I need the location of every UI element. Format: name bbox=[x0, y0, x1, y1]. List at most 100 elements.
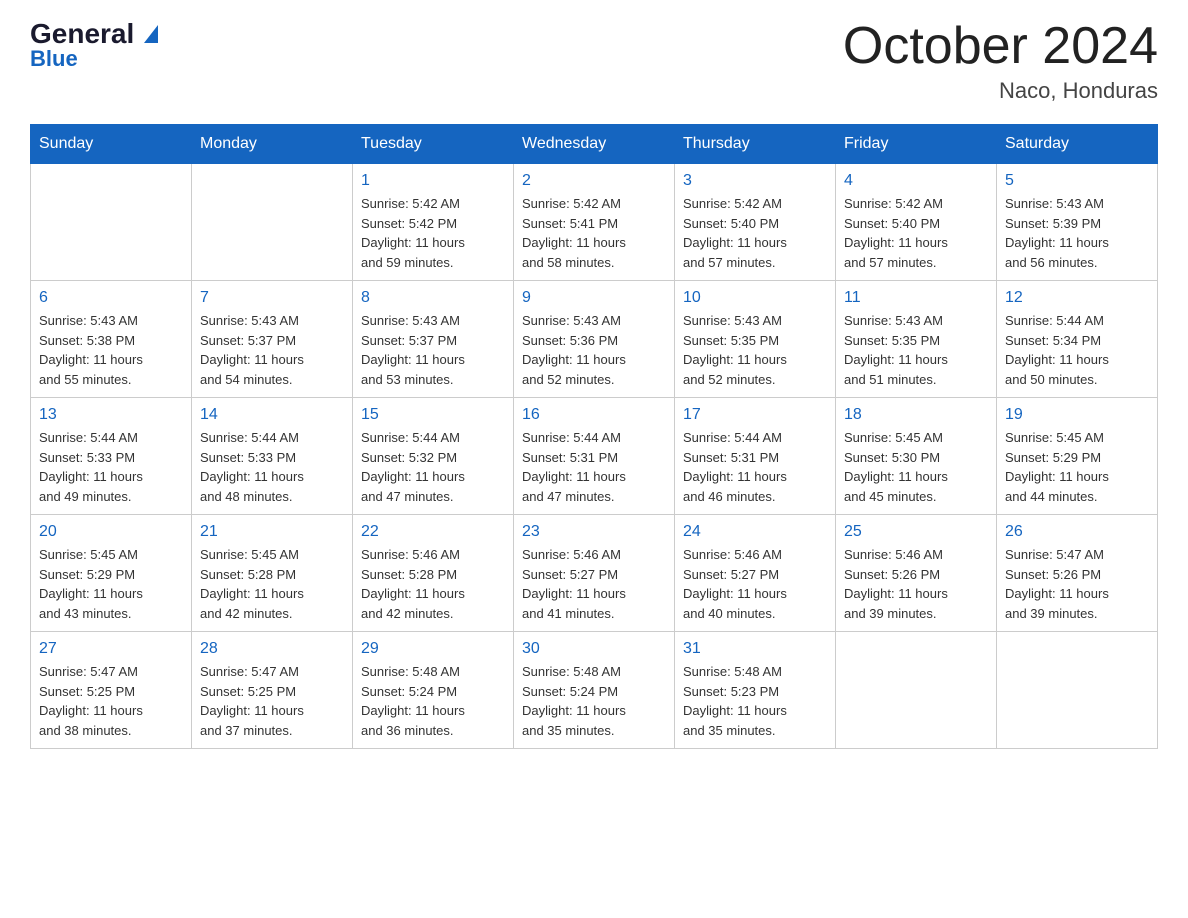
day-of-week-header: Monday bbox=[192, 125, 353, 164]
calendar-week-row: 1Sunrise: 5:42 AMSunset: 5:42 PMDaylight… bbox=[31, 164, 1158, 281]
calendar-cell bbox=[192, 164, 353, 281]
day-of-week-header: Saturday bbox=[997, 125, 1158, 164]
calendar-week-row: 13 Sunrise: 5:44 AMSunset: 5:33 PMDayligh… bbox=[31, 398, 1158, 515]
day-info: Sunrise: 5:47 AMSunset: 5:25 PMDaylight:… bbox=[200, 662, 344, 740]
day-number: 27 bbox=[39, 640, 183, 658]
day-number: 22 bbox=[361, 523, 505, 541]
calendar-cell: 5Sunrise: 5:43 AMSunset: 5:39 PMDaylight… bbox=[997, 164, 1158, 281]
day-info: Sunrise: 5:42 AMSunset: 5:42 PMDaylight:… bbox=[361, 194, 505, 272]
calendar-cell: 9 Sunrise: 5:43 AMSunset: 5:36 PMDaylight… bbox=[514, 281, 675, 398]
page-header: General Blue October 2024 Naco, Honduras bbox=[30, 20, 1158, 104]
day-number: 17 bbox=[683, 406, 827, 424]
day-number: 18 bbox=[844, 406, 988, 424]
calendar-cell: 24Sunrise: 5:46 AMSunset: 5:27 PMDayligh… bbox=[675, 515, 836, 632]
calendar-cell bbox=[836, 632, 997, 749]
day-number: 26 bbox=[1005, 523, 1149, 541]
day-info: Sunrise: 5:44 AMSunset: 5:31 PMDaylight:… bbox=[522, 428, 666, 506]
day-info: Sunrise: 5:45 AMSunset: 5:29 PMDaylight:… bbox=[1005, 428, 1149, 506]
day-info: Sunrise: 5:43 AMSunset: 5:38 PMDaylight:… bbox=[39, 311, 183, 389]
day-info: Sunrise: 5:48 AMSunset: 5:23 PMDaylight:… bbox=[683, 662, 827, 740]
day-number: 8 bbox=[361, 289, 505, 307]
calendar-cell: 7Sunrise: 5:43 AMSunset: 5:37 PMDaylight… bbox=[192, 281, 353, 398]
location: Naco, Honduras bbox=[843, 78, 1158, 104]
day-number: 9 bbox=[522, 289, 666, 307]
calendar-cell: 20Sunrise: 5:45 AMSunset: 5:29 PMDayligh… bbox=[31, 515, 192, 632]
calendar-cell: 30 Sunrise: 5:48 AMSunset: 5:24 PMDayligh… bbox=[514, 632, 675, 749]
day-info: Sunrise: 5:45 AMSunset: 5:28 PMDaylight:… bbox=[200, 545, 344, 623]
day-of-week-header: Sunday bbox=[31, 125, 192, 164]
calendar-cell: 16 Sunrise: 5:44 AMSunset: 5:31 PMDayligh… bbox=[514, 398, 675, 515]
calendar-cell bbox=[997, 632, 1158, 749]
day-number: 19 bbox=[1005, 406, 1149, 424]
day-number: 30 bbox=[522, 640, 666, 658]
calendar-cell: 18 Sunrise: 5:45 AMSunset: 5:30 PMDayligh… bbox=[836, 398, 997, 515]
calendar-cell: 1Sunrise: 5:42 AMSunset: 5:42 PMDaylight… bbox=[353, 164, 514, 281]
calendar-cell: 28 Sunrise: 5:47 AMSunset: 5:25 PMDayligh… bbox=[192, 632, 353, 749]
day-info: Sunrise: 5:47 AMSunset: 5:26 PMDaylight:… bbox=[1005, 545, 1149, 623]
day-number: 25 bbox=[844, 523, 988, 541]
day-number: 31 bbox=[683, 640, 827, 658]
calendar-cell: 31 Sunrise: 5:48 AMSunset: 5:23 PMDayligh… bbox=[675, 632, 836, 749]
calendar-cell: 19 Sunrise: 5:45 AMSunset: 5:29 PMDayligh… bbox=[997, 398, 1158, 515]
calendar-cell: 11 Sunrise: 5:43 AMSunset: 5:35 PMDayligh… bbox=[836, 281, 997, 398]
calendar-week-row: 20Sunrise: 5:45 AMSunset: 5:29 PMDayligh… bbox=[31, 515, 1158, 632]
day-info: Sunrise: 5:43 AMSunset: 5:37 PMDaylight:… bbox=[361, 311, 505, 389]
day-info: Sunrise: 5:43 AMSunset: 5:35 PMDaylight:… bbox=[683, 311, 827, 389]
calendar-cell: 26 Sunrise: 5:47 AMSunset: 5:26 PMDayligh… bbox=[997, 515, 1158, 632]
day-of-week-header: Friday bbox=[836, 125, 997, 164]
calendar-table: SundayMondayTuesdayWednesdayThursdayFrid… bbox=[30, 124, 1158, 749]
day-info: Sunrise: 5:42 AMSunset: 5:41 PMDaylight:… bbox=[522, 194, 666, 272]
day-number: 21 bbox=[200, 523, 344, 541]
calendar-cell: 3Sunrise: 5:42 AMSunset: 5:40 PMDaylight… bbox=[675, 164, 836, 281]
calendar-cell: 17 Sunrise: 5:44 AMSunset: 5:31 PMDayligh… bbox=[675, 398, 836, 515]
day-info: Sunrise: 5:44 AMSunset: 5:32 PMDaylight:… bbox=[361, 428, 505, 506]
calendar-week-row: 27 Sunrise: 5:47 AMSunset: 5:25 PMDayligh… bbox=[31, 632, 1158, 749]
calendar-cell bbox=[31, 164, 192, 281]
day-number: 10 bbox=[683, 289, 827, 307]
logo-top: General bbox=[30, 20, 158, 48]
day-number: 13 bbox=[39, 406, 183, 424]
calendar-cell: 4 Sunrise: 5:42 AMSunset: 5:40 PMDaylight… bbox=[836, 164, 997, 281]
day-of-week-header: Wednesday bbox=[514, 125, 675, 164]
day-number: 7 bbox=[200, 289, 344, 307]
calendar-cell: 25 Sunrise: 5:46 AMSunset: 5:26 PMDayligh… bbox=[836, 515, 997, 632]
day-info: Sunrise: 5:46 AMSunset: 5:26 PMDaylight:… bbox=[844, 545, 988, 623]
day-number: 16 bbox=[522, 406, 666, 424]
calendar-cell: 12Sunrise: 5:44 AMSunset: 5:34 PMDayligh… bbox=[997, 281, 1158, 398]
day-info: Sunrise: 5:44 AMSunset: 5:31 PMDaylight:… bbox=[683, 428, 827, 506]
day-number: 6 bbox=[39, 289, 183, 307]
day-info: Sunrise: 5:46 AMSunset: 5:28 PMDaylight:… bbox=[361, 545, 505, 623]
day-info: Sunrise: 5:43 AMSunset: 5:35 PMDaylight:… bbox=[844, 311, 988, 389]
day-info: Sunrise: 5:43 AMSunset: 5:36 PMDaylight:… bbox=[522, 311, 666, 389]
calendar-header-row: SundayMondayTuesdayWednesdayThursdayFrid… bbox=[31, 125, 1158, 164]
day-number: 23 bbox=[522, 523, 666, 541]
day-info: Sunrise: 5:48 AMSunset: 5:24 PMDaylight:… bbox=[522, 662, 666, 740]
day-info: Sunrise: 5:44 AMSunset: 5:33 PMDaylight:… bbox=[39, 428, 183, 506]
day-info: Sunrise: 5:44 AMSunset: 5:33 PMDaylight:… bbox=[200, 428, 344, 506]
day-info: Sunrise: 5:45 AMSunset: 5:29 PMDaylight:… bbox=[39, 545, 183, 623]
calendar-cell: 13 Sunrise: 5:44 AMSunset: 5:33 PMDayligh… bbox=[31, 398, 192, 515]
calendar-cell: 23 Sunrise: 5:46 AMSunset: 5:27 PMDayligh… bbox=[514, 515, 675, 632]
day-number: 4 bbox=[844, 172, 988, 190]
day-info: Sunrise: 5:47 AMSunset: 5:25 PMDaylight:… bbox=[39, 662, 183, 740]
logo-bottom: Blue bbox=[30, 46, 78, 72]
day-number: 11 bbox=[844, 289, 988, 307]
day-info: Sunrise: 5:46 AMSunset: 5:27 PMDaylight:… bbox=[522, 545, 666, 623]
day-info: Sunrise: 5:45 AMSunset: 5:30 PMDaylight:… bbox=[844, 428, 988, 506]
calendar-cell: 6 Sunrise: 5:43 AMSunset: 5:38 PMDaylight… bbox=[31, 281, 192, 398]
day-number: 5 bbox=[1005, 172, 1149, 190]
day-info: Sunrise: 5:44 AMSunset: 5:34 PMDaylight:… bbox=[1005, 311, 1149, 389]
day-of-week-header: Tuesday bbox=[353, 125, 514, 164]
day-info: Sunrise: 5:42 AMSunset: 5:40 PMDaylight:… bbox=[844, 194, 988, 272]
calendar-cell: 15 Sunrise: 5:44 AMSunset: 5:32 PMDayligh… bbox=[353, 398, 514, 515]
calendar-cell: 14Sunrise: 5:44 AMSunset: 5:33 PMDayligh… bbox=[192, 398, 353, 515]
calendar-cell: 29Sunrise: 5:48 AMSunset: 5:24 PMDayligh… bbox=[353, 632, 514, 749]
calendar-cell: 2Sunrise: 5:42 AMSunset: 5:41 PMDaylight… bbox=[514, 164, 675, 281]
day-number: 15 bbox=[361, 406, 505, 424]
title-area: October 2024 Naco, Honduras bbox=[843, 20, 1158, 104]
day-number: 24 bbox=[683, 523, 827, 541]
day-info: Sunrise: 5:48 AMSunset: 5:24 PMDaylight:… bbox=[361, 662, 505, 740]
day-number: 28 bbox=[200, 640, 344, 658]
calendar-cell: 21 Sunrise: 5:45 AMSunset: 5:28 PMDayligh… bbox=[192, 515, 353, 632]
day-number: 3 bbox=[683, 172, 827, 190]
